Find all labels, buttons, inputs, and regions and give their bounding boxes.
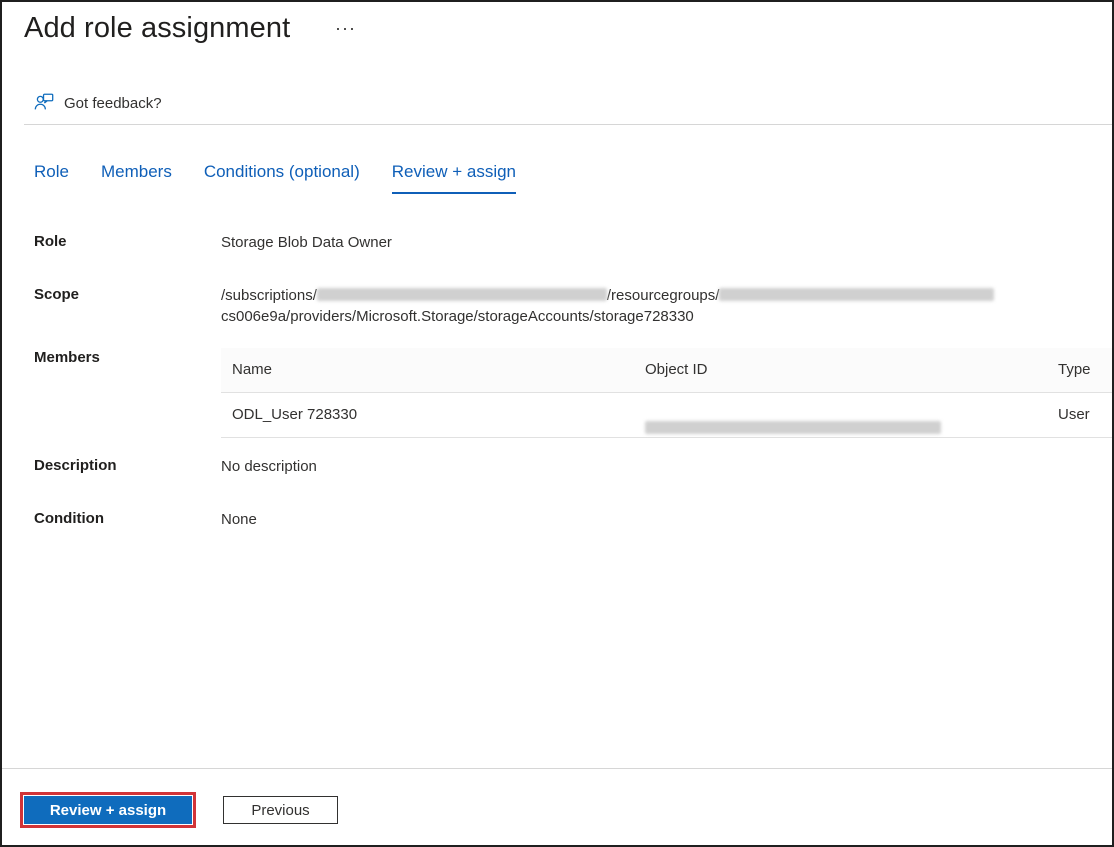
description-value: No description xyxy=(221,458,317,475)
redacted-resource-group xyxy=(719,288,995,301)
column-type: Type xyxy=(1058,361,1091,378)
redacted-subscription-id xyxy=(316,288,607,301)
previous-button[interactable]: Previous xyxy=(223,796,338,824)
member-name: ODL_User 728330 xyxy=(232,406,358,423)
tab-role[interactable]: Role xyxy=(34,162,69,194)
review-assign-button[interactable]: Review + assign xyxy=(20,792,196,828)
feedback-link[interactable]: Got feedback? xyxy=(33,92,162,114)
description-label: Description xyxy=(34,457,117,474)
scope-line2: cs006e9a/providers/Microsoft.Storage/sto… xyxy=(221,308,694,325)
footer-divider xyxy=(2,768,1112,769)
members-label: Members xyxy=(34,349,100,366)
column-name: Name xyxy=(232,361,273,378)
scope-value: /subscriptions/ /resourcegroups/ cs006e9a… xyxy=(221,285,995,327)
feedback-label: Got feedback? xyxy=(64,94,162,112)
scope-prefix: /subscriptions/ xyxy=(221,287,317,304)
tab-conditions[interactable]: Conditions (optional) xyxy=(204,162,360,194)
wizard-tabs: Role Members Conditions (optional) Revie… xyxy=(34,162,548,194)
scope-label: Scope xyxy=(34,286,80,303)
page-title: Add role assignment xyxy=(24,12,291,44)
table-header: Name Object ID Type xyxy=(221,348,1112,393)
divider xyxy=(24,124,1112,125)
members-table: Name Object ID Type ODL_User 728330 User xyxy=(221,348,1112,438)
condition-label: Condition xyxy=(34,510,104,527)
tab-members[interactable]: Members xyxy=(101,162,172,194)
member-type: User xyxy=(1058,406,1090,423)
more-options-button[interactable]: ··· xyxy=(335,18,356,39)
column-object-id: Object ID xyxy=(645,361,708,378)
scope-mid: /resourcegroups/ xyxy=(606,287,720,304)
condition-value: None xyxy=(221,511,257,528)
tab-review-assign[interactable]: Review + assign xyxy=(391,162,517,194)
table-row: ODL_User 728330 User xyxy=(221,393,1112,438)
role-value: Storage Blob Data Owner xyxy=(221,234,392,251)
role-label: Role xyxy=(34,233,67,250)
feedback-icon xyxy=(34,93,54,110)
blade: Add role assignment ··· Got feedback? Ro… xyxy=(0,0,1114,847)
